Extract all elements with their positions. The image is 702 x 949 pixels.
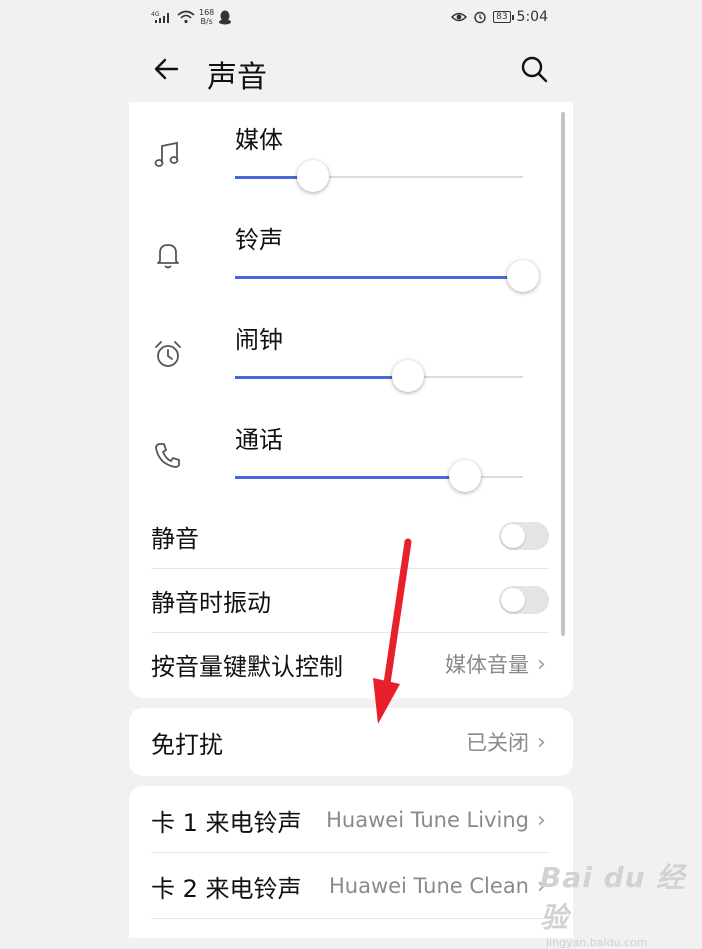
status-left: 4G 168 B/s: [151, 8, 232, 26]
call-volume-fill: [235, 476, 466, 479]
bell-icon: [157, 244, 179, 269]
dnd-label: 免打扰: [151, 730, 223, 759]
eye-comfort-icon: [451, 12, 468, 22]
chevron-right-icon: ›: [537, 651, 546, 677]
ring-volume-thumb[interactable]: [507, 260, 539, 292]
search-icon: [521, 56, 548, 83]
call-volume-row: 通话: [129, 408, 573, 508]
app-header: 声音: [129, 42, 573, 102]
call-volume-slider[interactable]: [235, 460, 523, 492]
arrow-left-icon: [154, 58, 179, 80]
alarm-volume-row: 闹钟: [129, 308, 573, 408]
clock: 5:04: [516, 9, 548, 25]
sim2-ringtone-label: 卡 2 来电铃声: [151, 874, 302, 903]
mute-switch[interactable]: [499, 522, 549, 550]
qq-icon: [219, 10, 232, 24]
page-title: 声音: [207, 60, 267, 95]
battery-indicator: 83: [493, 11, 515, 23]
media-volume-thumb[interactable]: [296, 160, 329, 192]
alarm-volume-thumb[interactable]: [391, 360, 424, 392]
sim1-ringtone-row[interactable]: 卡 1 来电铃声 Huawei Tune Living ›: [151, 788, 549, 853]
dnd-card: 免打扰 已关闭 ›: [129, 708, 573, 776]
sim2-ringtone-value: Huawei Tune Clean: [328, 874, 529, 898]
ring-volume-row: 铃声: [129, 208, 573, 308]
phone-icon: [155, 443, 180, 468]
mute-label: 静音: [151, 524, 199, 553]
call-volume-thumb[interactable]: [449, 460, 482, 492]
speed-value: 168: [199, 8, 215, 17]
sound-settings-card: 媒体 铃声 闹钟 通话 静音 静音时振动 按音量键默认控制 媒体音量 ›: [129, 102, 573, 698]
call-volume-label: 通话: [235, 426, 283, 454]
volume-key-value: 媒体音量: [445, 653, 529, 677]
status-bar: 4G 168 B/s 83 5:04: [129, 0, 573, 36]
ring-volume-slider[interactable]: [235, 260, 539, 292]
mute-row[interactable]: 静音: [151, 504, 549, 569]
vibrate-on-mute-switch[interactable]: [499, 586, 549, 614]
mute-switch-knob: [501, 524, 525, 548]
ring-volume-fill: [235, 276, 523, 279]
dnd-row[interactable]: 免打扰 已关闭 ›: [151, 710, 549, 774]
alarm-clock-icon: [155, 341, 181, 367]
alarm-volume-fill: [235, 376, 408, 379]
watermark-logo: Bai du 经验: [540, 861, 686, 934]
ringtone-card: 卡 1 来电铃声 Huawei Tune Living › 卡 2 来电铃声 H…: [129, 786, 573, 938]
sim1-ringtone-value: Huawei Tune Living: [326, 808, 529, 832]
alarm-volume-slider[interactable]: [235, 360, 523, 392]
vibrate-switch-knob: [501, 588, 525, 612]
search-button[interactable]: [519, 54, 551, 86]
cellular-signal-icon: 4G: [151, 11, 169, 23]
status-right: 83 5:04: [451, 9, 548, 25]
signal-text: 4G: [151, 11, 160, 18]
media-volume-row: 媒体: [129, 108, 573, 208]
phone-screen: 4G 168 B/s 83 5:04 声音 媒体 铃声 闹钟 通话 静音 静音时…: [129, 0, 573, 938]
vibrate-on-mute-row[interactable]: 静音时振动: [151, 568, 549, 633]
back-button[interactable]: [151, 54, 183, 86]
dnd-value: 已关闭: [466, 731, 529, 755]
speed-unit: B/s: [200, 17, 213, 26]
media-volume-label: 媒体: [235, 126, 283, 154]
music-note-icon: [154, 141, 179, 167]
alarm-volume-label: 闹钟: [235, 326, 283, 354]
media-volume-slider[interactable]: [235, 160, 523, 192]
volume-key-label: 按音量键默认控制: [151, 652, 343, 681]
wifi-icon: [177, 10, 195, 24]
baidu-jingyan-watermark: Bai du 经验 jingyan.baidu.com: [540, 856, 690, 949]
volume-key-row[interactable]: 按音量键默认控制 媒体音量 ›: [151, 632, 549, 696]
chevron-right-icon: ›: [537, 807, 546, 833]
chevron-right-icon: ›: [537, 729, 546, 755]
scrollbar[interactable]: [561, 112, 565, 636]
sim2-ringtone-row[interactable]: 卡 2 来电铃声 Huawei Tune Clean ›: [151, 854, 549, 919]
alarm-status-icon: [474, 11, 486, 24]
vibrate-on-mute-label: 静音时振动: [151, 588, 271, 617]
sim1-ringtone-label: 卡 1 来电铃声: [151, 808, 302, 837]
ring-volume-label: 铃声: [235, 226, 283, 254]
network-speed: 168 B/s: [199, 8, 214, 26]
